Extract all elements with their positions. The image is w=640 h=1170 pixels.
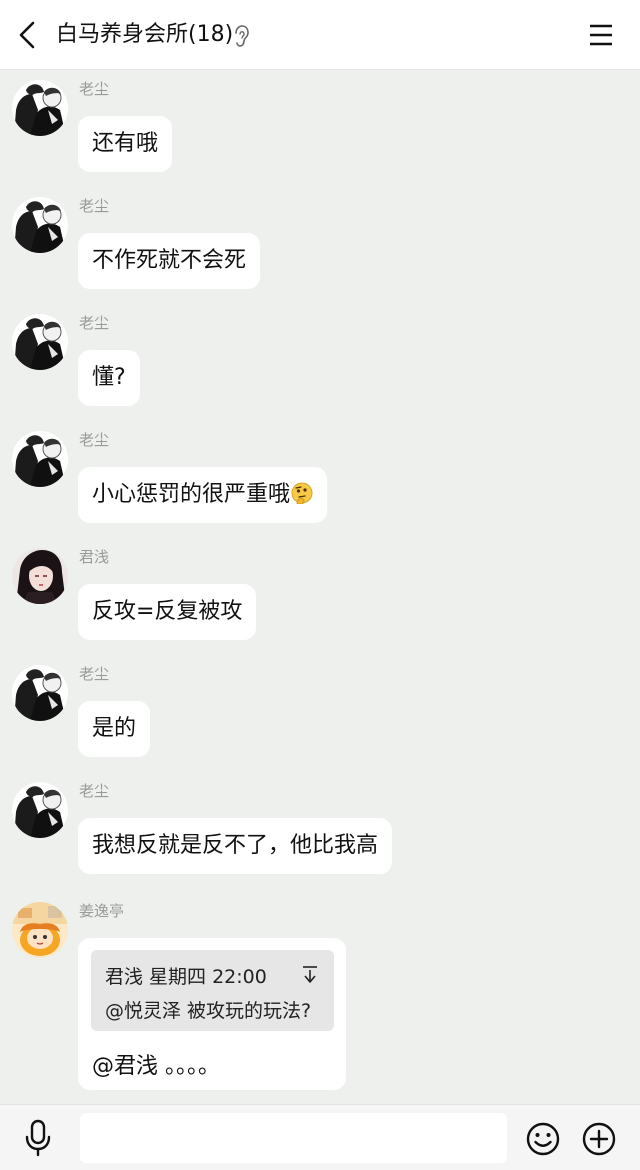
chat-title[interactable]: 白马养身会所(18) — [56, 20, 233, 50]
sender-name: 姜逸亭 — [79, 902, 125, 920]
thinking-face-emoji — [291, 482, 313, 504]
message-bubble[interactable]: 还有哦 — [78, 116, 173, 172]
avatar-jiangyiting[interactable] — [12, 902, 68, 958]
ear-icon — [235, 25, 249, 47]
quoted-message[interactable]: 君浅 星期四 22:00 @悦灵泽 被攻玩的玩法? — [91, 950, 334, 1031]
avatar-laochen[interactable] — [12, 782, 68, 838]
avatar-laochen[interactable] — [12, 314, 68, 370]
jump-to-quote-icon[interactable] — [301, 964, 319, 984]
message-bubble[interactable]: 君浅 星期四 22:00 @悦灵泽 被攻玩的玩法? @君浅 。。。。 — [78, 938, 346, 1090]
message-bubble[interactable]: 我想反就是反不了，他比我高 — [78, 818, 393, 874]
message-text: @君浅 。。。。 — [92, 1054, 220, 1079]
sender-name: 老尘 — [79, 665, 110, 683]
message-text: 小心惩罚的很严重哦 — [92, 482, 291, 507]
smiley-icon[interactable] — [525, 1121, 561, 1157]
avatar-laochen[interactable] — [12, 80, 68, 136]
plus-icon[interactable] — [581, 1121, 617, 1157]
back-arrow-icon[interactable] — [12, 18, 44, 52]
message-input[interactable] — [80, 1113, 507, 1163]
sender-name: 老尘 — [79, 314, 110, 332]
sender-name: 老尘 — [79, 782, 110, 800]
chat-header: 白马养身会所(18) — [0, 0, 640, 70]
avatar-junqian[interactable] — [12, 548, 68, 604]
sender-name: 老尘 — [79, 431, 110, 449]
sender-name: 老尘 — [79, 197, 110, 215]
message-bubble[interactable]: 懂? — [78, 350, 140, 406]
message-bubble[interactable]: 不作死就不会死 — [78, 233, 261, 289]
menu-icon[interactable] — [586, 21, 616, 49]
message-bubble[interactable]: 是的 — [78, 701, 151, 757]
quoted-message-meta: 君浅 星期四 22:00 — [105, 966, 267, 988]
microphone-icon[interactable] — [22, 1119, 54, 1157]
input-bar — [0, 1104, 640, 1170]
message-bubble[interactable]: 反攻=反复被攻 — [78, 584, 257, 640]
avatar-laochen[interactable] — [12, 197, 68, 253]
quoted-message-text: @悦灵泽 被攻玩的玩法? — [105, 1000, 312, 1022]
avatar-laochen[interactable] — [12, 665, 68, 721]
avatar-laochen[interactable] — [12, 431, 68, 487]
message-bubble[interactable]: 小心惩罚的很严重哦 — [78, 467, 328, 523]
sender-name: 老尘 — [79, 80, 110, 98]
message-list[interactable]: 老尘 还有哦 老尘 不作死就不会死 老尘 懂? 老尘 小心惩罚的很严重哦 君浅 … — [0, 70, 640, 1104]
sender-name: 君浅 — [79, 548, 110, 566]
